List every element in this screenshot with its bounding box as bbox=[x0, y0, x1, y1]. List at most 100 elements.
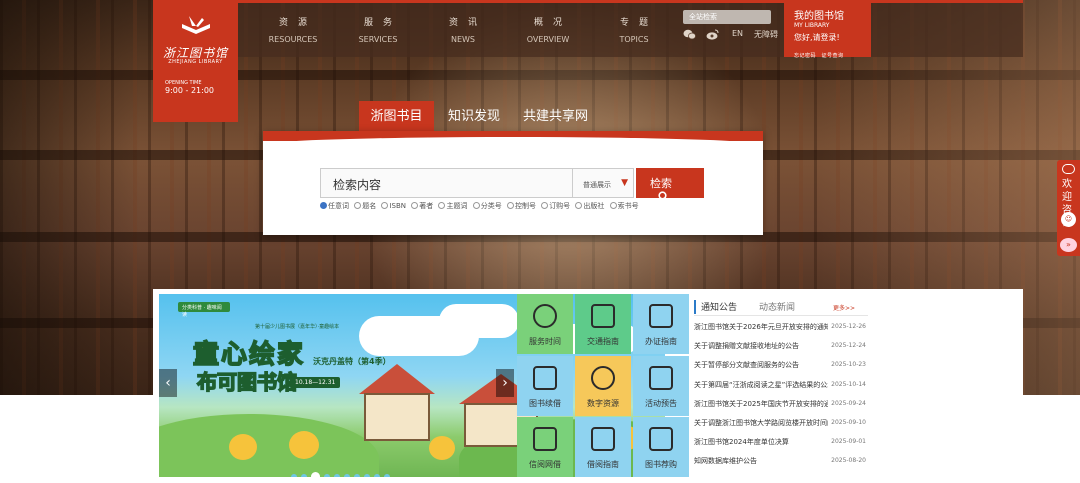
language-en-link[interactable]: EN bbox=[732, 29, 743, 38]
wechat-icon[interactable] bbox=[683, 29, 696, 42]
notice-item[interactable]: 浙江图书馆关于2026年元旦开放安排的通知 2025-12-26 bbox=[694, 321, 868, 340]
accessibility-link[interactable]: 无障碍 bbox=[754, 29, 778, 40]
tab-news[interactable]: 动态新闻 bbox=[759, 300, 795, 313]
carousel-dot[interactable] bbox=[354, 474, 360, 477]
carousel-dot[interactable] bbox=[364, 474, 370, 477]
carousel-dot[interactable] bbox=[384, 474, 390, 477]
content-panel: 分类科普 · 趣味阅读 第十届少儿图书展（嘉年华）·童趣绘本 童心绘家 布可图书… bbox=[153, 289, 1023, 483]
opening-hours: 9:00 - 21:00 bbox=[165, 86, 214, 95]
search-scope-value: 普通展示 bbox=[583, 181, 611, 189]
radio-any-word[interactable]: 任意词 bbox=[320, 202, 349, 210]
books-icon bbox=[533, 427, 557, 451]
more-link[interactable]: 更多>> bbox=[833, 303, 855, 312]
radio-publisher[interactable]: 出版社 bbox=[575, 202, 604, 210]
notice-item[interactable]: 关于调整捐赠文献接收地址的公告 2025-12-24 bbox=[694, 340, 868, 359]
my-library-title-en: MY LIBRARY bbox=[794, 22, 830, 29]
nav-label-en: SERVICES bbox=[358, 35, 398, 44]
service-tile[interactable]: 活动预告 bbox=[633, 355, 689, 416]
carousel-dot[interactable] bbox=[334, 474, 340, 477]
service-label: 借阅指南 bbox=[587, 460, 619, 469]
notice-item[interactable]: 关于第四届“汪浙成阅读之星”评选结果的公示 2025-10-14 bbox=[694, 379, 868, 398]
service-label: 服务时间 bbox=[529, 337, 561, 346]
radio-call-number[interactable]: 索书号 bbox=[609, 202, 639, 210]
radio-class-number[interactable]: 分类号 bbox=[472, 202, 502, 210]
monitor-icon bbox=[649, 427, 673, 451]
banner-subtitle: 沃克丹盖特（第4季） bbox=[313, 357, 391, 366]
notice-date: 2025-09-10 bbox=[828, 418, 866, 426]
catalog-search-input[interactable]: 检索内容 bbox=[320, 168, 572, 198]
weibo-icon[interactable] bbox=[706, 29, 719, 42]
site-search-input[interactable]: 全站检索 bbox=[683, 10, 771, 24]
radio-control-number[interactable]: 控制号 bbox=[506, 202, 536, 210]
robot-icon[interactable]: ☺ bbox=[1061, 212, 1076, 227]
nav-overview[interactable]: 概况 OVERVIEW bbox=[522, 15, 574, 44]
notice-item[interactable]: 知网数据库维护公告 2025-08-20 bbox=[694, 455, 868, 474]
nav-label-cn: 概况 bbox=[533, 18, 572, 28]
tab-discovery[interactable]: 知识发现 bbox=[444, 101, 504, 132]
service-label: 办证指南 bbox=[645, 337, 677, 346]
news-panel: 通知公告 动态新闻 更多>> 浙江图书馆关于2026年元旦开放安排的通知 2025… bbox=[694, 294, 868, 477]
carousel-dot[interactable] bbox=[291, 474, 297, 477]
service-tile[interactable]: 图书续借 bbox=[517, 355, 573, 416]
service-tile[interactable]: 交通指南 bbox=[575, 294, 631, 354]
library-logo[interactable]: 浙江图书馆 ZHEJIANG LIBRARY OPENING TIME 9:00… bbox=[153, 0, 238, 122]
search-button[interactable]: 检索 bbox=[636, 168, 704, 202]
search-button-label: 检索 bbox=[650, 177, 672, 190]
notice-item[interactable]: 浙江图书馆2024年度单位决算 2025-09-01 bbox=[694, 436, 868, 455]
expand-icon[interactable]: » bbox=[1060, 238, 1077, 252]
clock-icon bbox=[533, 304, 557, 328]
tab-catalog[interactable]: 浙图书目 bbox=[359, 101, 434, 132]
service-tile[interactable]: 数字资源 bbox=[575, 355, 631, 416]
carousel-dot[interactable] bbox=[301, 474, 307, 477]
radio-title[interactable]: 题名 bbox=[354, 202, 376, 210]
carousel-next-button[interactable]: › bbox=[496, 369, 514, 397]
carousel-dot[interactable] bbox=[324, 474, 330, 477]
account-links[interactable]: 忘记密码 证号查询 bbox=[794, 52, 861, 59]
nav-resources[interactable]: 资源 RESOURCES bbox=[267, 15, 319, 44]
service-tile[interactable]: 信阅网借 bbox=[517, 417, 573, 477]
top-accent-line bbox=[153, 0, 1023, 3]
notice-title: 关于暂停部分文献查阅服务的公告 bbox=[694, 361, 799, 370]
my-library-panel[interactable]: 我的图书馆 MY LIBRARY 您好,请登录! 忘记密码 证号查询 bbox=[784, 0, 871, 59]
nav-topics[interactable]: 专题 TOPICS bbox=[608, 15, 660, 44]
consult-widget[interactable]: 欢迎咨询 ☺ » bbox=[1057, 160, 1080, 256]
service-label: 信阅网借 bbox=[529, 460, 561, 469]
notice-date: 2025-10-14 bbox=[828, 380, 866, 388]
nav-label-en: OVERVIEW bbox=[526, 35, 570, 44]
banner-date: 10.18—12.31 bbox=[290, 377, 341, 388]
tab-shared-network[interactable]: 共建共享网 bbox=[518, 101, 593, 132]
radio-order-number[interactable]: 订购号 bbox=[541, 202, 570, 210]
service-tile[interactable]: 图书荐购 bbox=[633, 417, 689, 477]
notice-title: 浙江图书馆关于2026年元旦开放安排的通知 bbox=[694, 323, 831, 331]
notice-title: 关于调整浙江图书馆大学路阅览楼开放时间的公告 bbox=[694, 418, 848, 427]
notice-list: 浙江图书馆关于2026年元旦开放安排的通知 2025-12-26 关于调整捐赠文献接… bbox=[694, 321, 868, 475]
tab-notices[interactable]: 通知公告 bbox=[694, 300, 737, 314]
service-label: 图书荐购 bbox=[645, 460, 677, 469]
service-tile[interactable]: 服务时间 bbox=[517, 294, 573, 354]
search-panel: 检索内容 普通展示 ▼ 检索 任意词 题名 ISBN 著者 主题词 分类号 控制… bbox=[263, 131, 763, 235]
carousel-dot[interactable] bbox=[344, 474, 350, 477]
nav-label-cn: 资源 bbox=[278, 18, 317, 28]
notice-item[interactable]: 浙江图书馆关于2025年国庆节开放安排的通知 2025-09-24 bbox=[694, 398, 868, 417]
nav-services[interactable]: 服务 SERVICES bbox=[352, 15, 404, 44]
carousel-dot[interactable] bbox=[311, 472, 320, 477]
nav-label-cn: 服务 bbox=[363, 18, 402, 28]
chat-icon bbox=[1062, 164, 1075, 174]
radio-subject[interactable]: 主题词 bbox=[438, 202, 467, 210]
service-tile[interactable]: 借阅指南 bbox=[575, 417, 631, 477]
people-icon bbox=[649, 365, 673, 390]
book-icon bbox=[533, 365, 557, 390]
carousel-prev-button[interactable]: ‹ bbox=[159, 369, 177, 397]
service-tile[interactable]: 办证指南 bbox=[633, 294, 689, 354]
dropdown-arrow-icon: ▼ bbox=[621, 178, 628, 188]
nav-label-en: NEWS bbox=[450, 35, 476, 44]
notice-item[interactable]: 关于暂停部分文献查阅服务的公告 2025-10-23 bbox=[694, 359, 868, 378]
carousel-dot[interactable] bbox=[374, 474, 380, 477]
radio-author[interactable]: 著者 bbox=[411, 202, 433, 210]
search-scope-select[interactable]: 普通展示 ▼ bbox=[572, 168, 634, 198]
login-prompt[interactable]: 您好,请登录! bbox=[794, 32, 861, 43]
radio-isbn[interactable]: ISBN bbox=[381, 202, 406, 210]
nav-news[interactable]: 资讯 NEWS bbox=[437, 15, 489, 44]
carousel-pagination bbox=[289, 465, 392, 477]
notice-item[interactable]: 关于调整浙江图书馆大学路阅览楼开放时间的公告 2025-09-10 bbox=[694, 417, 868, 436]
